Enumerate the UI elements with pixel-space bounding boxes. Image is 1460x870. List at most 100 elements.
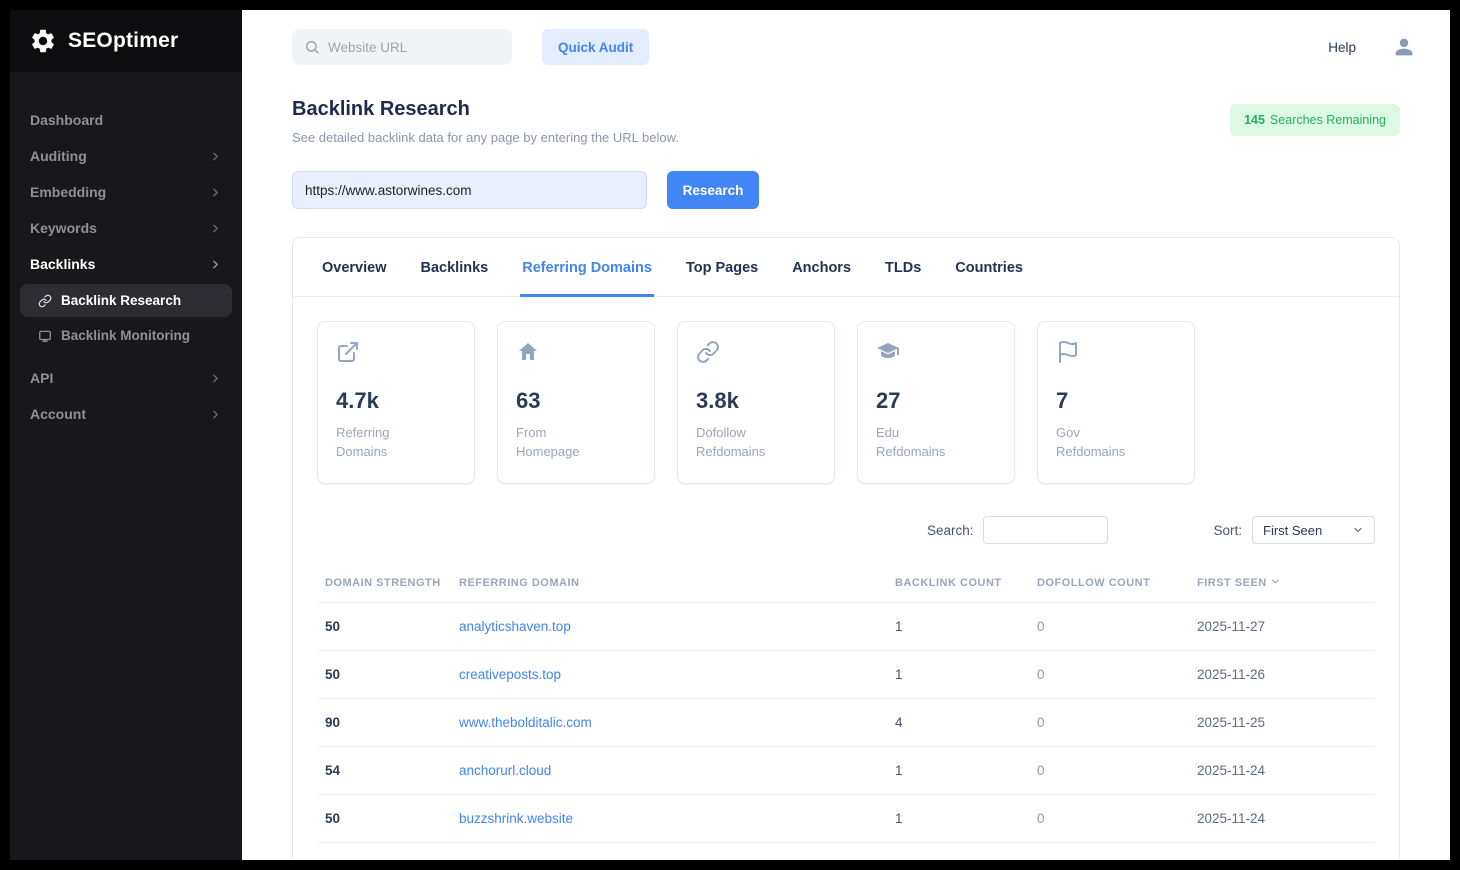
- graduation-cap-icon: [876, 340, 996, 364]
- dofollow-count-cell: 0: [1029, 603, 1189, 651]
- col-header-domain-strength[interactable]: Domain Strength: [317, 564, 451, 603]
- external-link-icon: [336, 340, 456, 364]
- link-icon: [696, 340, 816, 364]
- logo-text: SEOptimer: [68, 29, 178, 53]
- chevron-right-icon: [209, 150, 222, 163]
- first-seen-cell: 2025-11-27: [1189, 603, 1375, 651]
- referring-domain-cell: www.thebolditalic.com: [451, 699, 887, 747]
- website-url-input[interactable]: [328, 40, 505, 55]
- chevron-right-icon: [209, 258, 222, 271]
- quick-audit-button[interactable]: Quick Audit: [542, 29, 649, 65]
- sidebar-item-account[interactable]: Account: [10, 396, 242, 432]
- referring-domain-link[interactable]: anchorurl.cloud: [459, 763, 551, 778]
- sidebar-item-backlink-research[interactable]: Backlink Research: [20, 284, 232, 317]
- domain-strength-cell: 50: [317, 603, 451, 651]
- table-row: 50 analyticshaven.top 1 0 2025-11-27: [317, 603, 1375, 651]
- stat-label: Referring Domains: [336, 424, 456, 462]
- chevron-right-icon: [209, 186, 222, 199]
- col-header-first-seen[interactable]: First Seen: [1189, 564, 1375, 603]
- sidebar-item-label: Auditing: [30, 148, 87, 164]
- sort-select[interactable]: First Seen: [1252, 516, 1375, 544]
- page-content: Backlink Research See detailed backlink …: [242, 84, 1450, 860]
- sidebar-item-api[interactable]: API: [10, 360, 242, 396]
- searches-remaining-label: Searches Remaining: [1270, 113, 1386, 127]
- stat-value: 63: [516, 388, 636, 414]
- dofollow-count-cell: 0: [1029, 699, 1189, 747]
- sidebar-item-backlinks[interactable]: Backlinks: [10, 246, 242, 282]
- stat-card-from-homepage: 63 From Homepage: [497, 321, 655, 484]
- page-subtitle: See detailed backlink data for any page …: [292, 130, 679, 145]
- domain-strength-cell: 54: [317, 747, 451, 795]
- stat-value: 7: [1056, 388, 1176, 414]
- table-search-input[interactable]: [983, 516, 1108, 544]
- referring-domain-cell: analyticshaven.top: [451, 603, 887, 651]
- tab-panel-referring-domains: 4.7k Referring Domains 63: [293, 297, 1399, 860]
- stat-value: 27: [876, 388, 996, 414]
- stats-row: 4.7k Referring Domains 63: [317, 321, 1375, 484]
- sidebar-subitem-label: Backlink Monitoring: [61, 328, 190, 343]
- chevron-right-icon: [209, 372, 222, 385]
- sort-select-value: First Seen: [1263, 523, 1322, 538]
- referring-domain-cell: buzzshrink.website: [451, 795, 887, 843]
- topbar-right: Help: [1328, 37, 1414, 57]
- table-header-row: Domain Strength Referring Domain Backlin…: [317, 564, 1375, 603]
- seoptimer-gear-icon: [28, 26, 58, 56]
- sidebar-item-embedding[interactable]: Embedding: [10, 174, 242, 210]
- searches-remaining-badge: 145 Searches Remaining: [1230, 104, 1400, 136]
- sidebar-item-label: Keywords: [30, 220, 97, 236]
- search-label: Search:: [927, 523, 974, 538]
- sidebar-item-keywords[interactable]: Keywords: [10, 210, 242, 246]
- stat-label: From Homepage: [516, 424, 636, 462]
- stat-label: Edu Refdomains: [876, 424, 996, 462]
- tab-anchors[interactable]: Anchors: [790, 238, 853, 297]
- backlink-count-cell: 1: [887, 603, 1029, 651]
- sidebar-item-label: API: [30, 370, 53, 386]
- sidebar-subitem-label: Backlink Research: [61, 293, 181, 308]
- dofollow-count-cell: 0: [1029, 795, 1189, 843]
- tab-overview[interactable]: Overview: [320, 238, 389, 297]
- research-button[interactable]: Research: [667, 171, 759, 209]
- dofollow-count-cell: 0: [1029, 651, 1189, 699]
- table-row: 50 creativeposts.top 1 0 2025-11-26: [317, 651, 1375, 699]
- sidebar-item-auditing[interactable]: Auditing: [10, 138, 242, 174]
- website-url-search[interactable]: [292, 29, 512, 65]
- page-head: Backlink Research See detailed backlink …: [292, 98, 1400, 145]
- tab-top-pages[interactable]: Top Pages: [684, 238, 760, 297]
- backlink-count-cell: 1: [887, 747, 1029, 795]
- col-header-referring-domain[interactable]: Referring Domain: [451, 564, 887, 603]
- col-header-backlink-count[interactable]: Backlink Count: [887, 564, 1029, 603]
- table-row: 54 anchorurl.cloud 1 0 2025-11-24: [317, 747, 1375, 795]
- stat-value: 4.7k: [336, 388, 456, 414]
- col-header-dofollow-count[interactable]: Dofollow Count: [1029, 564, 1189, 603]
- sidebar-item-dashboard[interactable]: Dashboard: [10, 102, 242, 138]
- logo[interactable]: SEOptimer: [10, 10, 242, 72]
- table-controls: Search: Sort: First Seen: [317, 516, 1375, 544]
- page-title: Backlink Research: [292, 98, 679, 121]
- referring-domain-link[interactable]: creativeposts.top: [459, 667, 561, 682]
- tab-backlinks[interactable]: Backlinks: [419, 238, 491, 297]
- tab-countries[interactable]: Countries: [953, 238, 1025, 297]
- referring-domain-link[interactable]: analyticshaven.top: [459, 619, 571, 634]
- tab-referring-domains[interactable]: Referring Domains: [520, 238, 654, 297]
- app-window: SEOptimer Dashboard Auditing Embedding K…: [0, 0, 1460, 870]
- backlink-count-cell: 1: [887, 651, 1029, 699]
- chevron-right-icon: [209, 222, 222, 235]
- user-avatar-icon[interactable]: [1394, 37, 1414, 57]
- sort-caret-icon: [1270, 578, 1281, 590]
- referring-domain-cell: anchorurl.cloud: [451, 747, 887, 795]
- referring-domain-link[interactable]: buzzshrink.website: [459, 811, 573, 826]
- flag-icon: [1056, 340, 1176, 364]
- backlink-url-input[interactable]: [292, 171, 647, 209]
- table-row: 90 www.thebolditalic.com 4 0 2025-11-25: [317, 699, 1375, 747]
- stat-card-referring-domains: 4.7k Referring Domains: [317, 321, 475, 484]
- sidebar-item-backlink-monitoring[interactable]: Backlink Monitoring: [20, 319, 232, 352]
- referring-domain-link[interactable]: www.thebolditalic.com: [459, 715, 592, 730]
- stat-label: Gov Refdomains: [1056, 424, 1176, 462]
- tab-tlds[interactable]: TLDs: [883, 238, 923, 297]
- sidebar: SEOptimer Dashboard Auditing Embedding K…: [10, 10, 242, 860]
- help-link[interactable]: Help: [1328, 40, 1356, 55]
- searches-remaining-count: 145: [1244, 113, 1265, 127]
- stat-card-edu-refdomains: 27 Edu Refdomains: [857, 321, 1015, 484]
- domain-strength-cell: 50: [317, 795, 451, 843]
- referring-domain-cell: creativeposts.top: [451, 651, 887, 699]
